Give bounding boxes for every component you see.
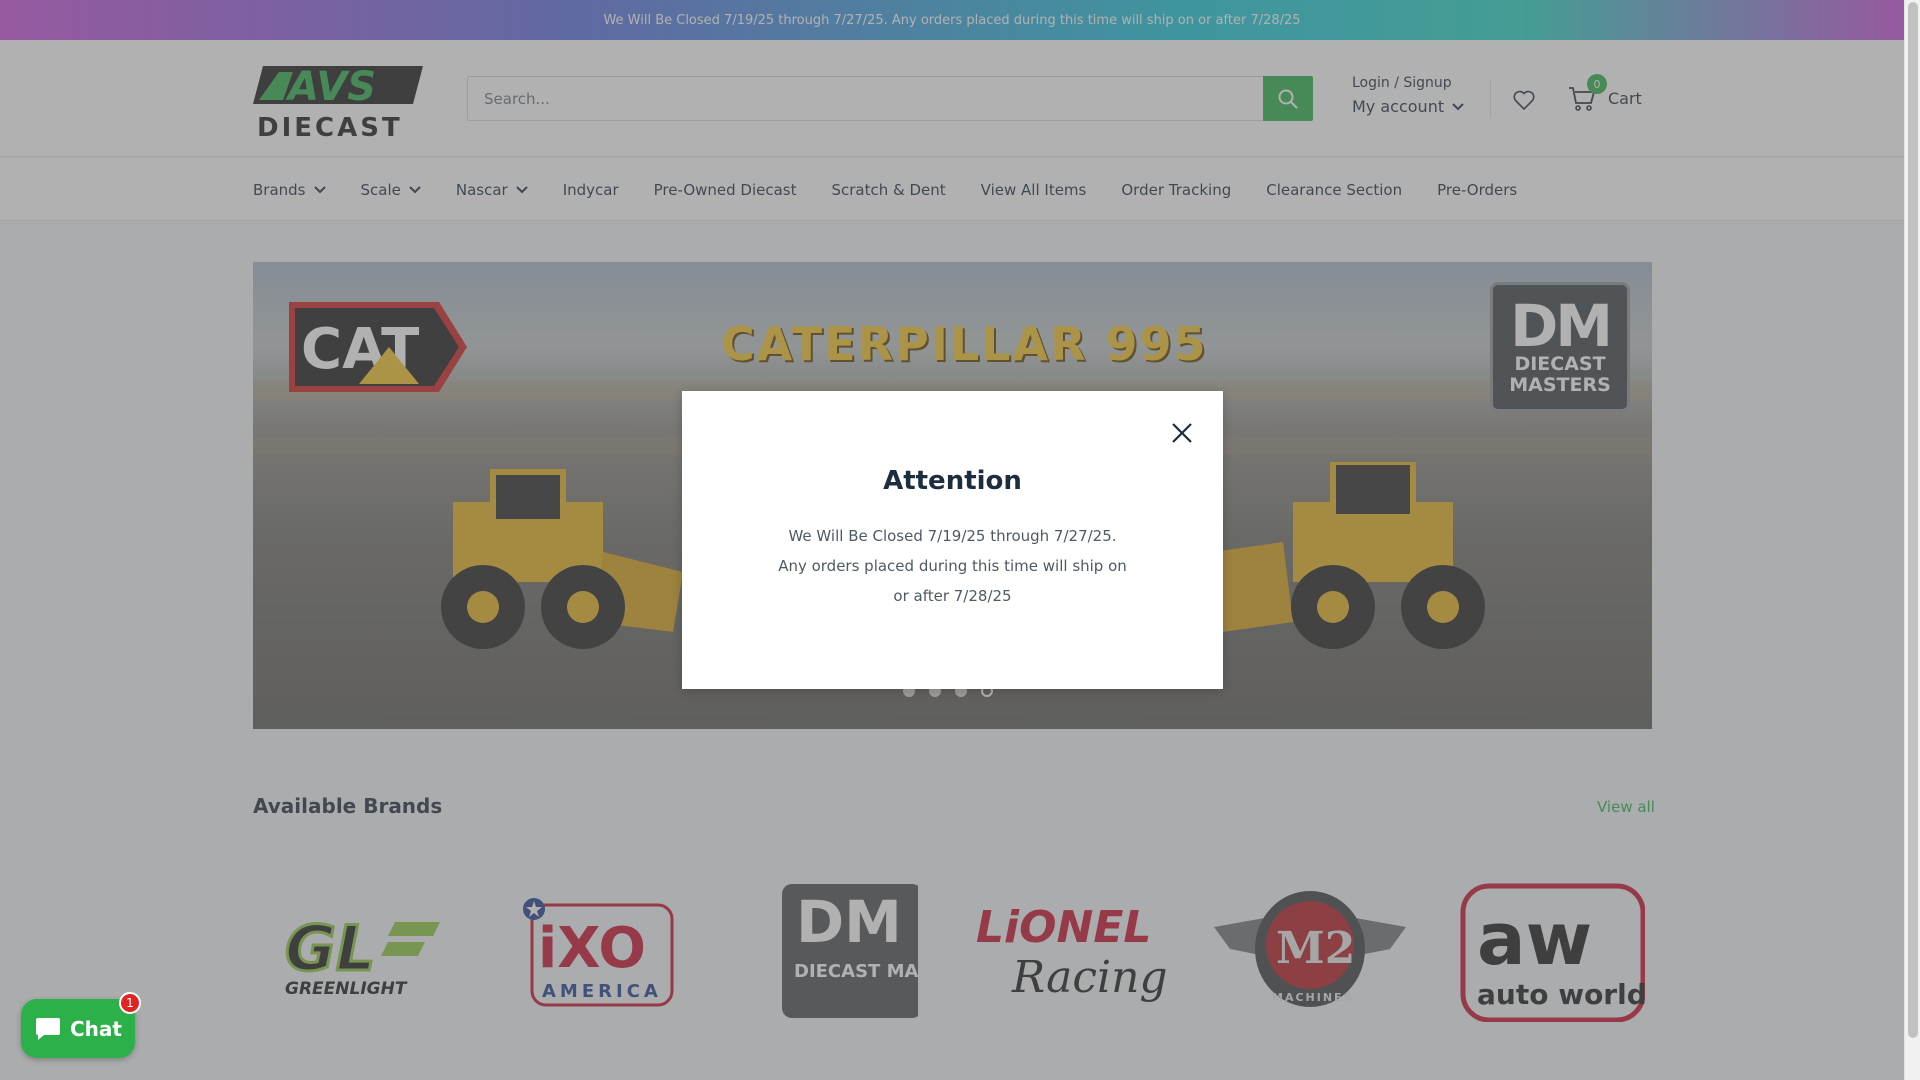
chat-bubble-icon [36, 1017, 60, 1040]
modal-title: Attention [883, 466, 1022, 496]
modal-message: We Will Be Closed 7/19/25 through 7/27/2… [778, 527, 1127, 605]
close-icon [1172, 423, 1192, 443]
attention-modal: Attention We Will Be Closed 7/19/25 thro… [682, 391, 1223, 689]
chat-button[interactable]: Chat [21, 999, 135, 1058]
scrollbar-thumb[interactable] [1908, 2, 1918, 1038]
chat-notification-badge: 1 [119, 992, 141, 1014]
chat-label: Chat [70, 1016, 122, 1041]
page-scrollbar[interactable] [1904, 0, 1920, 1080]
close-modal-button[interactable] [1170, 421, 1194, 445]
